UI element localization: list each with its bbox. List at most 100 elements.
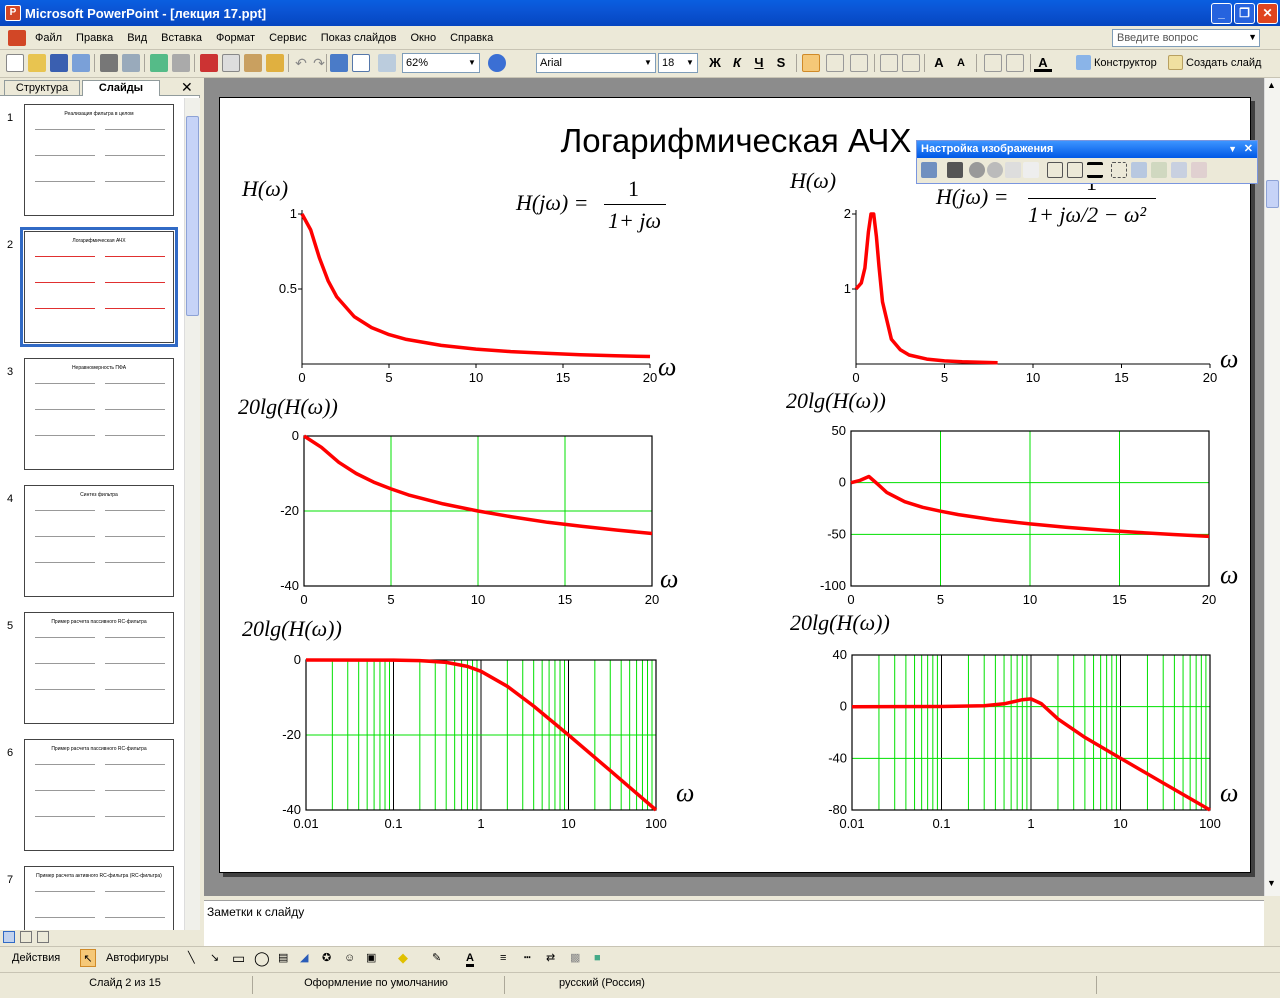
- fill-color-icon[interactable]: ◆: [398, 949, 408, 967]
- color-icon[interactable]: [947, 162, 963, 178]
- crop-icon[interactable]: [1047, 162, 1063, 178]
- slide-scrollbar[interactable]: ▲ ▼: [1264, 78, 1280, 896]
- slideshow-icon[interactable]: [37, 931, 49, 943]
- help-question-box[interactable]: Введите вопрос ▼: [1112, 29, 1260, 47]
- reset-picture-icon[interactable]: [1191, 162, 1207, 178]
- slide-thumbnail-row[interactable]: 7 Пример расчета активного RC-фильтра (RC…: [0, 862, 184, 930]
- underline-button[interactable]: Ч: [750, 54, 768, 72]
- close-icon[interactable]: ✕: [1244, 141, 1253, 158]
- tab-outline[interactable]: Структура: [4, 80, 80, 96]
- line-style-icon[interactable]: ≡: [500, 949, 506, 967]
- font-size-select[interactable]: 18 ▼: [658, 53, 698, 73]
- more-brightness-icon[interactable]: [1005, 162, 1021, 178]
- menu-window[interactable]: Окно: [404, 32, 444, 44]
- slide-thumbnail-row[interactable]: 6 Пример расчета пассивного RC-фильтра: [0, 735, 184, 853]
- align-left-icon[interactable]: [802, 54, 820, 72]
- slide-thumbnail[interactable]: Пример расчета пассивного RC-фильтра: [24, 739, 174, 851]
- shadow-button[interactable]: S: [772, 54, 790, 72]
- chevron-down-icon[interactable]: ▼: [1228, 141, 1237, 158]
- font-color-icon[interactable]: A: [1034, 54, 1052, 72]
- slide-thumbnail[interactable]: Синтез фильтра: [24, 485, 174, 597]
- slide-thumbnail[interactable]: Неравномерность ПФА: [24, 358, 174, 470]
- powerpoint-app-icon[interactable]: P: [5, 5, 21, 21]
- scroll-down-icon[interactable]: ▼: [1267, 878, 1276, 888]
- bullets-icon[interactable]: [902, 54, 920, 72]
- slide-thumbnail[interactable]: Пример расчета пассивного RC-фильтра: [24, 612, 174, 724]
- oval-tool-icon[interactable]: ◯: [254, 949, 270, 967]
- dash-style-icon[interactable]: ┅: [524, 949, 531, 967]
- transparent-color-icon[interactable]: [1171, 162, 1187, 178]
- print-icon[interactable]: [100, 54, 118, 72]
- less-brightness-icon[interactable]: [1023, 162, 1039, 178]
- close-button[interactable]: ✕: [1257, 2, 1278, 24]
- design-button[interactable]: Конструктор: [1074, 53, 1157, 73]
- align-center-icon[interactable]: [826, 54, 844, 72]
- chevron-down-icon[interactable]: ▼: [466, 55, 478, 71]
- tab-slides[interactable]: Слайды: [82, 80, 160, 96]
- actions-menu[interactable]: Действия: [12, 949, 60, 967]
- menu-format[interactable]: Формат: [209, 32, 262, 44]
- scroll-up-icon[interactable]: ▲: [1267, 80, 1276, 90]
- select-pointer-icon[interactable]: ↖: [80, 949, 96, 967]
- wordart-icon[interactable]: ◢: [300, 949, 308, 967]
- minimize-button[interactable]: _: [1211, 2, 1232, 24]
- menu-tools[interactable]: Сервис: [262, 32, 314, 44]
- recolor-icon[interactable]: [1131, 162, 1147, 178]
- menu-slideshow[interactable]: Показ слайдов: [314, 32, 404, 44]
- insert-chart-icon[interactable]: [330, 54, 348, 72]
- insert-picture-icon[interactable]: ▣: [366, 949, 376, 967]
- paste-icon[interactable]: [244, 54, 262, 72]
- 3d-style-icon[interactable]: ■: [594, 949, 601, 967]
- italic-button[interactable]: К: [728, 54, 746, 72]
- font-select[interactable]: Arial ▼: [536, 53, 656, 73]
- cut-icon[interactable]: [200, 54, 218, 72]
- print-preview-icon[interactable]: [122, 54, 140, 72]
- undo-icon[interactable]: ↶: [292, 54, 310, 72]
- menu-help[interactable]: Справка: [443, 32, 500, 44]
- thumbnails-scrollbar[interactable]: [184, 98, 200, 930]
- slide-canvas[interactable]: Логарифмическая АЧХ H(ω) H(ω) H(jω) = 1 …: [219, 97, 1251, 873]
- document-icon[interactable]: [8, 30, 26, 46]
- arrow-tool-icon[interactable]: ↘: [210, 949, 219, 967]
- decrease-font-icon[interactable]: A: [952, 54, 970, 72]
- permission-icon[interactable]: [72, 54, 90, 72]
- clipart-icon[interactable]: ☺: [344, 949, 355, 967]
- numbering-icon[interactable]: [880, 54, 898, 72]
- menu-view[interactable]: Вид: [120, 32, 154, 44]
- slide-thumbnail[interactable]: Пример расчета активного RC-фильтра (RC-…: [24, 866, 174, 930]
- slide-thumbnail-row[interactable]: 5 Пример расчета пассивного RC-фильтра: [0, 608, 184, 726]
- slide-thumbnail-row[interactable]: 3 Неравномерность ПФА: [0, 354, 184, 472]
- picture-toolbar[interactable]: Настройка изображения ▼ ✕: [916, 140, 1258, 184]
- decrease-indent-icon[interactable]: [984, 54, 1002, 72]
- slide-sorter-icon[interactable]: [20, 931, 32, 943]
- line-style-icon[interactable]: [1087, 162, 1103, 178]
- normal-view-icon[interactable]: [3, 931, 15, 943]
- slide-thumbnail[interactable]: Реализация фильтра в целом: [24, 104, 174, 216]
- new-file-icon[interactable]: [6, 54, 24, 72]
- research-icon[interactable]: [172, 54, 190, 72]
- scrollbar-thumb[interactable]: [1266, 180, 1279, 208]
- line-color-icon[interactable]: ✎: [432, 949, 441, 967]
- chevron-down-icon[interactable]: ▼: [1248, 32, 1257, 42]
- chevron-down-icon[interactable]: ▼: [642, 55, 654, 71]
- rectangle-tool-icon[interactable]: ▭: [232, 949, 245, 967]
- textbox-tool-icon[interactable]: ▤: [278, 949, 288, 967]
- copy-icon[interactable]: [222, 54, 240, 72]
- align-right-icon[interactable]: [850, 54, 868, 72]
- new-slide-button[interactable]: Создать слайд: [1166, 53, 1261, 73]
- shadow-style-icon[interactable]: ▩: [570, 949, 580, 967]
- increase-indent-icon[interactable]: [1006, 54, 1024, 72]
- slide-thumbnail-row[interactable]: 4 Синтез фильтра: [0, 481, 184, 599]
- autoshapes-menu[interactable]: Автофигуры: [106, 949, 169, 967]
- menu-file[interactable]: Файл: [28, 32, 69, 44]
- font-color-icon[interactable]: A: [466, 949, 474, 967]
- insert-table-icon[interactable]: [352, 54, 370, 72]
- close-icon[interactable]: ✕: [181, 79, 193, 96]
- more-contrast-icon[interactable]: [969, 162, 985, 178]
- help-icon[interactable]: [488, 54, 506, 72]
- rotate-icon[interactable]: [1067, 162, 1083, 178]
- picture-toolbar-title-bar[interactable]: Настройка изображения ▼ ✕: [917, 141, 1257, 158]
- arrow-style-icon[interactable]: ⇄: [546, 949, 555, 967]
- format-painter-icon[interactable]: [266, 54, 284, 72]
- bold-button[interactable]: Ж: [706, 54, 724, 72]
